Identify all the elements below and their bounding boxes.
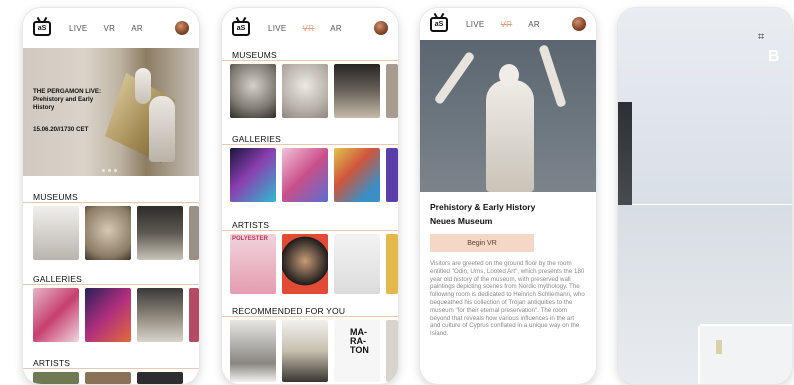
- gallery-thumbnail[interactable]: [282, 148, 328, 202]
- poster-text: POLYESTER: [232, 236, 268, 242]
- nav-menu: LIVE VR AR: [268, 24, 342, 33]
- cube-outline-icon[interactable]: ⌗: [758, 31, 764, 44]
- artist-thumbnail[interactable]: [85, 372, 131, 384]
- nav-live[interactable]: LIVE: [69, 24, 88, 33]
- nav-vr[interactable]: VR: [501, 20, 513, 29]
- museum-thumbnail[interactable]: [334, 64, 380, 118]
- statue-hero-image: [420, 40, 596, 192]
- avatar[interactable]: [175, 21, 189, 35]
- begin-vr-button[interactable]: Begin VR: [430, 234, 534, 252]
- tv-logo-icon[interactable]: aS: [33, 20, 51, 36]
- avatar[interactable]: [374, 21, 388, 35]
- vr-view-image: [618, 8, 792, 204]
- phone-detail-screen: aS LIVE VR AR Prehistory & Early History…: [420, 8, 596, 384]
- tv-logo-icon[interactable]: aS: [430, 16, 448, 32]
- recommended-thumbnail[interactable]: [386, 320, 398, 382]
- section-divider: [23, 202, 199, 203]
- section-title-artists: ARTISTS: [232, 220, 270, 230]
- hero-statue-image: [135, 68, 151, 104]
- top-bar: aS LIVE VR AR: [420, 8, 596, 40]
- nav-live[interactable]: LIVE: [466, 20, 485, 29]
- hero-date: 15.06.20//1730 CET: [33, 126, 89, 133]
- museum-thumbnail[interactable]: [282, 64, 328, 118]
- artist-thumbnail[interactable]: POLYESTER: [230, 234, 276, 294]
- museum-thumbnail[interactable]: [230, 64, 276, 118]
- section-divider: [222, 144, 398, 145]
- nav-vr[interactable]: VR: [104, 24, 116, 33]
- art-text-line: TON: [350, 345, 369, 355]
- phone-home-screen: aS LIVE VR AR THE PERGAMON LIVE: Prehist…: [23, 8, 199, 384]
- hero-banner[interactable]: THE PERGAMON LIVE: Prehistory and Early …: [23, 48, 199, 176]
- gallery-thumbnail[interactable]: [137, 288, 183, 342]
- section-title-recommended: RECOMMENDED FOR YOU: [232, 306, 346, 316]
- nav-menu: LIVE VR AR: [466, 20, 540, 29]
- section-title-galleries: GALLERIES: [33, 274, 83, 284]
- vr-wall-shadow: [618, 102, 632, 214]
- museum-thumbnail[interactable]: [189, 206, 199, 260]
- artist-thumbnail[interactable]: [282, 234, 328, 294]
- exhibit-title-line1: Prehistory & Early History: [430, 202, 536, 212]
- artist-thumbnail[interactable]: [137, 372, 183, 384]
- gallery-thumbnail[interactable]: [386, 148, 398, 202]
- exhibit-title-line2: Neues Museum: [430, 216, 493, 226]
- phone-vr-view-screen: ⌗ B: [618, 8, 792, 384]
- section-divider: [23, 284, 199, 285]
- app-showcase: aS LIVE VR AR THE PERGAMON LIVE: Prehist…: [0, 0, 794, 385]
- section-divider: [222, 316, 398, 317]
- recommended-thumbnail[interactable]: MA- RA- TON: [334, 320, 380, 382]
- gallery-thumbnail[interactable]: [33, 288, 79, 342]
- tv-logo-icon[interactable]: aS: [232, 20, 250, 36]
- gallery-thumbnail[interactable]: [189, 288, 199, 342]
- nav-menu: LIVE VR AR: [69, 24, 143, 33]
- section-title-museums: MUSEUMS: [33, 192, 78, 202]
- hero-statue-image: [149, 96, 175, 162]
- phone-vr-browse-screen: aS LIVE VR AR MUSEUMS GALLERIES ARTISTS …: [222, 8, 398, 384]
- section-divider: [222, 60, 398, 61]
- section-divider: [222, 230, 398, 231]
- gallery-thumbnail[interactable]: [334, 148, 380, 202]
- nav-ar[interactable]: AR: [528, 20, 540, 29]
- top-bar: aS LIVE VR AR: [23, 8, 199, 48]
- exhibit-title: Prehistory & Early History Neues Museum: [430, 200, 535, 228]
- top-bar: aS LIVE VR AR: [222, 8, 398, 48]
- museum-thumbnail[interactable]: [33, 206, 79, 260]
- artist-thumbnail[interactable]: [33, 372, 79, 384]
- museum-thumbnail[interactable]: [386, 64, 398, 118]
- section-title-artists: ARTISTS: [33, 358, 71, 368]
- nav-live[interactable]: LIVE: [268, 24, 287, 33]
- artist-thumbnail[interactable]: [334, 234, 380, 294]
- section-title-galleries: GALLERIES: [232, 134, 282, 144]
- section-title-museums: MUSEUMS: [232, 50, 277, 60]
- exhibit-description: Visitors are greeted on the ground floor…: [430, 260, 585, 338]
- avatar[interactable]: [572, 17, 586, 31]
- carousel-dots[interactable]: [102, 169, 117, 172]
- recommended-thumbnail[interactable]: [230, 320, 276, 382]
- museum-thumbnail[interactable]: [85, 206, 131, 260]
- museum-thumbnail[interactable]: [137, 206, 183, 260]
- nav-vr[interactable]: VR: [303, 24, 315, 33]
- nav-ar[interactable]: AR: [131, 24, 143, 33]
- artist-thumbnail[interactable]: [386, 234, 398, 294]
- gallery-thumbnail[interactable]: [230, 148, 276, 202]
- vr-doorway: [698, 326, 792, 384]
- b-icon[interactable]: B: [768, 48, 780, 66]
- nav-ar[interactable]: AR: [330, 24, 342, 33]
- hero-title: THE PERGAMON LIVE: Prehistory and Early …: [33, 88, 102, 111]
- recommended-thumbnail[interactable]: [282, 320, 328, 382]
- section-divider: [23, 368, 199, 369]
- gallery-thumbnail[interactable]: [85, 288, 131, 342]
